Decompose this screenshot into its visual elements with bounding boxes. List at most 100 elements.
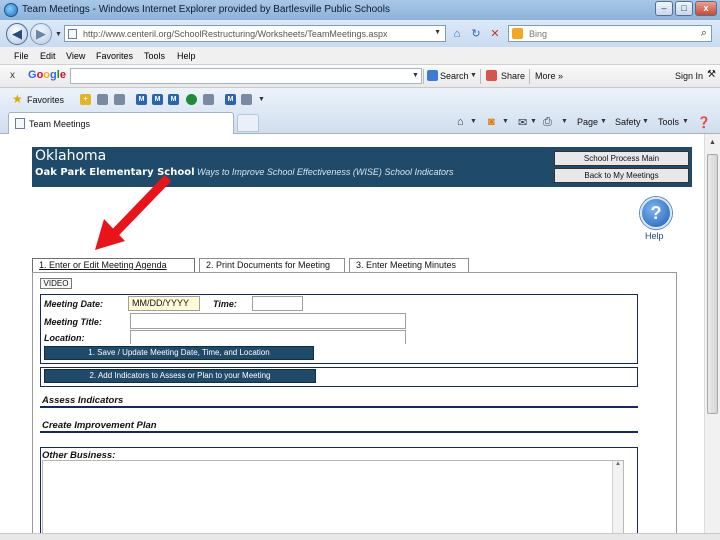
menu-help[interactable]: Help — [177, 51, 196, 61]
help-icon[interactable]: ? — [640, 197, 672, 229]
tab-title: Team Meetings — [29, 119, 91, 129]
share-button[interactable]: Share — [501, 71, 525, 81]
stop-icon[interactable]: ✕ — [489, 28, 501, 40]
internet-explorer-icon — [4, 3, 18, 17]
favorites-label[interactable]: Favorites — [27, 95, 64, 105]
wrench-icon[interactable]: ⚒ — [707, 69, 716, 80]
favorite-link-m-icon[interactable]: M — [136, 94, 147, 105]
mail-dropdown-icon[interactable]: ▼ — [530, 118, 537, 125]
refresh-icon[interactable]: ↻ — [470, 28, 482, 40]
forward-button[interactable]: ▶ — [30, 23, 52, 45]
meeting-title-input[interactable] — [130, 313, 406, 329]
back-to-my-meetings-button[interactable]: Back to My Meetings — [554, 168, 689, 183]
google-search-dropdown-icon[interactable]: ▼ — [412, 72, 419, 79]
menu-view[interactable]: View — [66, 51, 85, 61]
home-dropdown-icon[interactable]: ▼ — [470, 118, 477, 125]
favorite-link-m-icon[interactable]: M — [225, 94, 236, 105]
browser-scrollbar[interactable]: ▲ — [704, 134, 720, 540]
school-process-main-button[interactable]: School Process Main — [554, 151, 689, 166]
location-input[interactable] — [130, 330, 406, 344]
new-tab-button[interactable] — [237, 114, 259, 132]
page-icon — [68, 29, 77, 39]
maximize-button[interactable]: □ — [675, 1, 693, 16]
feeds-dropdown-icon[interactable]: ▼ — [502, 118, 509, 125]
sign-in-link[interactable]: Sign In — [675, 71, 703, 81]
address-bar[interactable]: http://www.centeril.org/SchoolRestructur… — [64, 25, 446, 42]
favorite-link-icon[interactable] — [203, 94, 214, 105]
favorite-link-icon[interactable] — [241, 94, 252, 105]
address-dropdown-icon[interactable]: ▼ — [434, 29, 441, 36]
meeting-date-label: Meeting Date: — [44, 299, 104, 309]
page-dropdown-icon[interactable]: ▼ — [600, 118, 607, 125]
google-toolbar: x Google ▼ Search ▼ Share More » Sign In… — [0, 65, 720, 88]
favorite-link-icon[interactable] — [97, 94, 108, 105]
separator — [480, 69, 481, 84]
scroll-up-icon[interactable]: ▲ — [707, 136, 718, 150]
state-title: Oklahoma — [35, 148, 107, 164]
tab-enter-edit-agenda[interactable]: 1. Enter or Edit Meeting Agenda — [32, 258, 195, 272]
globe-icon[interactable] — [186, 94, 197, 105]
favorites-bar: ★ Favorites + M M M M ▼ — [0, 88, 720, 110]
meeting-date-input[interactable]: MM/DD/YYYY — [128, 296, 200, 311]
favorite-link-icon[interactable] — [114, 94, 125, 105]
print-dropdown-icon[interactable]: ▼ — [561, 118, 568, 125]
favorites-dropdown-icon[interactable]: ▼ — [256, 94, 267, 105]
bing-icon — [512, 28, 523, 39]
page-menu[interactable]: Page — [577, 117, 598, 127]
google-search-button[interactable]: Search — [440, 71, 469, 81]
back-button[interactable]: ◀ — [6, 23, 28, 45]
create-improvement-plan-label: Create Improvement Plan — [42, 420, 157, 431]
safety-menu[interactable]: Safety — [615, 117, 641, 127]
meeting-title-label: Meeting Title: — [44, 317, 102, 327]
safety-dropdown-icon[interactable]: ▼ — [642, 118, 649, 125]
tab-enter-minutes[interactable]: 3. Enter Meeting Minutes — [349, 258, 469, 272]
help-menu-icon[interactable]: ❓ — [697, 116, 711, 129]
time-label: Time: — [213, 299, 237, 309]
textarea-scrollbar[interactable]: ▲ — [612, 461, 623, 533]
window-titlebar: Team Meetings - Windows Internet Explore… — [0, 0, 720, 20]
address-row: ◀ ▶ ▼ http://www.centeril.org/SchoolRest… — [0, 20, 720, 47]
close-button[interactable]: x — [695, 1, 717, 16]
video-button[interactable]: VIDEO — [40, 278, 72, 289]
share-icon — [486, 70, 497, 81]
menu-bar: File Edit View Favorites Tools Help — [0, 47, 720, 65]
more-button[interactable]: More » — [535, 71, 563, 81]
recent-pages-dropdown-icon[interactable]: ▼ — [55, 31, 62, 38]
status-bar — [0, 533, 720, 540]
tools-dropdown-icon[interactable]: ▼ — [682, 118, 689, 125]
google-search-icon — [427, 70, 438, 81]
favorite-link-m-icon[interactable]: M — [152, 94, 163, 105]
separator — [423, 69, 424, 84]
scrollbar-thumb[interactable] — [707, 154, 718, 414]
menu-favorites[interactable]: Favorites — [96, 51, 133, 61]
home-icon[interactable]: ⌂ — [457, 116, 464, 128]
favorite-link-m-icon[interactable]: M — [168, 94, 179, 105]
search-dropdown-icon[interactable]: ▼ — [470, 72, 477, 79]
google-search-input[interactable] — [70, 68, 422, 84]
time-input[interactable] — [252, 296, 303, 311]
save-meeting-button[interactable]: 1. Save / Update Meeting Date, Time, and… — [44, 346, 314, 360]
add-indicators-button[interactable]: 2. Add Indicators to Assess or Plan to y… — [44, 369, 316, 383]
help-label[interactable]: Help — [645, 231, 664, 241]
menu-tools[interactable]: Tools — [144, 51, 165, 61]
other-business-textarea[interactable]: ▲ — [42, 460, 624, 533]
feeds-icon[interactable]: ◙ — [488, 116, 495, 128]
tab-print-documents[interactable]: 2. Print Documents for Meeting — [199, 258, 345, 272]
print-icon[interactable]: ⎙ — [543, 116, 552, 129]
tools-menu[interactable]: Tools — [658, 117, 679, 127]
add-favorite-icon[interactable]: + — [80, 94, 91, 105]
window-title: Team Meetings - Windows Internet Explore… — [22, 4, 390, 15]
compatibility-view-icon[interactable]: ⌂ — [451, 28, 463, 40]
tab-row: Team Meetings ⌂ ▼ ◙ ▼ ✉ ▼ ⎙ ▼ Page ▼ Saf… — [0, 110, 720, 134]
mail-icon[interactable]: ✉ — [518, 116, 527, 129]
menu-file[interactable]: File — [14, 51, 29, 61]
browser-tab[interactable]: Team Meetings — [8, 112, 234, 134]
close-toolbar-icon[interactable]: x — [10, 70, 15, 81]
indicators-subtitle: School Indicators — [384, 167, 454, 177]
menu-edit[interactable]: Edit — [40, 51, 56, 61]
minimize-button[interactable]: – — [655, 1, 673, 16]
search-box[interactable]: Bing ⌕ — [508, 25, 712, 42]
plan-divider — [40, 431, 638, 433]
search-icon[interactable]: ⌕ — [701, 27, 707, 40]
favorites-star-icon[interactable]: ★ — [12, 92, 23, 106]
